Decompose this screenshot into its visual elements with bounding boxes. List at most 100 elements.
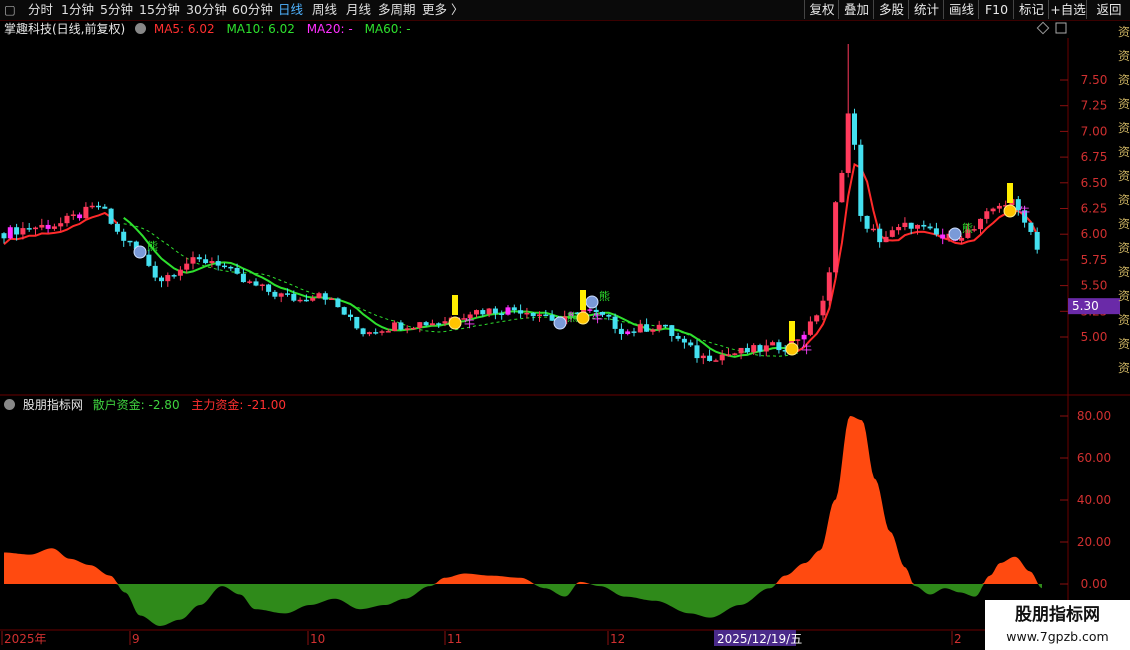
- candle-body: [612, 316, 618, 329]
- candle-body: [713, 360, 719, 362]
- period-tab-6[interactable]: 日线: [278, 0, 303, 20]
- candle-body: [518, 310, 524, 314]
- candle-body: [795, 339, 801, 341]
- candle-body: [7, 227, 13, 239]
- candle-body: [618, 328, 624, 335]
- candle-body: [70, 214, 76, 216]
- period-tab-5[interactable]: 60分钟: [232, 0, 273, 20]
- toolbar-button-4[interactable]: 画线: [943, 0, 979, 19]
- time-axis-label: 2: [954, 632, 962, 646]
- bear-signal-label: 熊: [962, 221, 973, 235]
- period-tab-3[interactable]: 15分钟: [139, 0, 180, 20]
- right-strip-char: 资: [1118, 265, 1130, 279]
- period-tab-4[interactable]: 30分钟: [186, 0, 227, 20]
- toolbar-button-2[interactable]: 多股: [873, 0, 909, 19]
- candle-body: [253, 281, 259, 286]
- maximize-icon[interactable]: [1055, 22, 1067, 34]
- candle-body: [152, 265, 158, 278]
- period-tab-2[interactable]: 5分钟: [100, 0, 133, 20]
- bull-signal-label: 牛: [1019, 204, 1030, 218]
- candle-body: [896, 227, 902, 231]
- candle-body: [385, 331, 391, 333]
- period-tab-10[interactable]: 更多 〉: [422, 0, 463, 20]
- candle-body: [26, 228, 32, 230]
- toolbar-button-5[interactable]: F10: [978, 0, 1014, 19]
- candle-body: [1034, 231, 1040, 250]
- ma5-line: [791, 162, 1039, 353]
- toolbar-button-8[interactable]: 返回: [1086, 0, 1130, 19]
- candle-body: [159, 277, 164, 282]
- candle-body: [121, 231, 127, 241]
- candle-body: [165, 275, 171, 282]
- candle-body: [417, 322, 423, 328]
- candle-body: [757, 345, 763, 352]
- candle-body: [505, 307, 511, 315]
- period-tab-8[interactable]: 月线: [346, 0, 371, 20]
- right-strip-char: 资: [1118, 241, 1130, 255]
- time-axis-label: 12: [610, 632, 625, 646]
- right-strip-char: 资: [1118, 361, 1130, 375]
- toolbar-checkbox-icon[interactable]: ▢: [4, 0, 16, 20]
- bull-signal-label: 牛: [464, 316, 475, 330]
- candle-body: [492, 308, 498, 314]
- candle-body: [222, 265, 227, 268]
- time-axis-label: 9: [132, 632, 140, 646]
- candle-body: [341, 307, 347, 315]
- main-fund-area: [4, 416, 1042, 584]
- candle-body: [58, 223, 64, 227]
- candle-body: [499, 313, 505, 316]
- toolbar-button-7[interactable]: +自选: [1048, 0, 1087, 19]
- candle-body: [20, 228, 26, 235]
- toolbar-button-0[interactable]: 复权: [804, 0, 839, 19]
- period-tab-7[interactable]: 周线: [312, 0, 337, 20]
- candle-body: [889, 230, 895, 237]
- toolbar-button-6[interactable]: 标记: [1013, 0, 1049, 19]
- candle-body: [366, 332, 372, 335]
- bull-signal-label: 牛: [592, 311, 603, 325]
- candle-body: [45, 224, 51, 229]
- candle-body: [858, 144, 864, 216]
- candle-body: [694, 345, 700, 359]
- bull-signal-label: 牛: [801, 342, 812, 356]
- indicator-tick-label: 40.00: [1077, 493, 1111, 507]
- period-tab-0[interactable]: 分时: [28, 0, 53, 20]
- candle-body: [719, 354, 725, 361]
- price-tick-label: 5.75: [1081, 253, 1108, 267]
- period-tab-1[interactable]: 1分钟: [61, 0, 94, 20]
- toolbar-button-3[interactable]: 统计: [908, 0, 944, 19]
- candle-body: [833, 202, 839, 273]
- candle-body: [870, 228, 876, 231]
- candle-body: [184, 263, 190, 270]
- candle-body: [423, 322, 429, 326]
- bull-face-icon: [576, 311, 590, 325]
- candle-body: [329, 298, 335, 301]
- period-tab-9[interactable]: 多周期: [378, 0, 416, 20]
- candle-body: [373, 332, 379, 334]
- bear-face-icon: [585, 295, 599, 309]
- candle-body: [751, 345, 757, 353]
- bull-bar: [789, 321, 795, 341]
- candle-body: [108, 208, 114, 224]
- stock-chart[interactable]: 7.507.257.006.756.506.256.005.755.505.25…: [0, 20, 1130, 650]
- candle-body: [1, 233, 7, 239]
- right-strip-char: 资: [1118, 121, 1130, 135]
- candle-body: [637, 324, 643, 333]
- candle-body: [278, 293, 284, 297]
- candle-body: [807, 321, 813, 335]
- candle-body: [303, 299, 309, 302]
- candle-body: [436, 323, 442, 325]
- candle-body: [360, 328, 366, 335]
- candle-body: [102, 206, 108, 209]
- candle-body: [33, 227, 38, 230]
- price-tick-label: 7.50: [1081, 73, 1108, 87]
- candle-body: [177, 269, 183, 276]
- candle-body: [310, 298, 316, 301]
- right-strip-char: 资: [1118, 217, 1130, 231]
- candle-body: [266, 284, 272, 292]
- diamond-icon[interactable]: [1036, 21, 1050, 35]
- toolbar-button-1[interactable]: 叠加: [838, 0, 874, 19]
- candle-body: [209, 261, 215, 264]
- right-strip-char: 资: [1118, 49, 1130, 63]
- candle-body: [826, 272, 832, 301]
- bear-face-icon: [133, 245, 147, 259]
